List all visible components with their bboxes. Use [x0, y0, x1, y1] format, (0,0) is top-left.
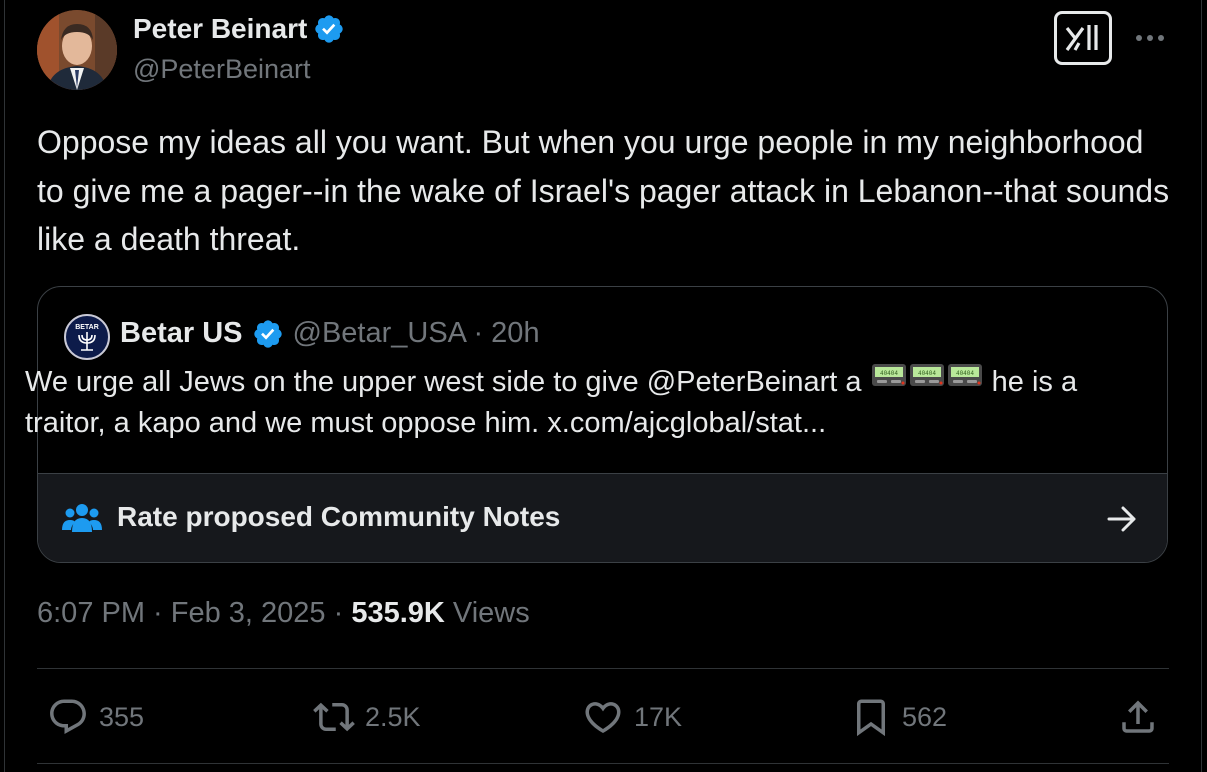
- reply-icon: [50, 699, 86, 734]
- divider-bottom: [37, 763, 1169, 764]
- pager-emoji-icon: 40404: [871, 360, 907, 400]
- svg-text:40404: 40404: [956, 370, 974, 377]
- grok-button[interactable]: [1054, 11, 1112, 65]
- views-label: Views: [452, 597, 530, 629]
- bookmark-icon: [857, 699, 885, 737]
- share-icon: [1122, 700, 1154, 733]
- tweet-timestamp[interactable]: 6:07 PM · Feb 3, 2025 ·: [37, 597, 351, 629]
- quoted-text-before: We urge all Jews on the upper west side …: [25, 366, 870, 398]
- pager-emoji-icon: 40404: [909, 360, 945, 400]
- grok-icon: [1065, 25, 1098, 51]
- quoted-header: Betar US @Betar_USA · 20h: [120, 317, 540, 350]
- bookmark-button[interactable]: 562: [850, 690, 947, 744]
- like-count: 17K: [634, 701, 683, 732]
- repost-button[interactable]: 2.5K: [313, 690, 421, 744]
- heart-icon: [585, 702, 621, 734]
- svg-text:BETAR: BETAR: [75, 324, 99, 331]
- author-name[interactable]: Peter Beinart: [133, 13, 307, 45]
- community-notes-bar[interactable]: Rate proposed Community Notes: [38, 473, 1167, 562]
- pager-emoji-icon: 40404: [947, 360, 983, 400]
- community-notes-label: Rate proposed Community Notes: [117, 501, 561, 532]
- verified-badge-icon: [253, 319, 282, 348]
- author-name-row[interactable]: Peter Beinart: [133, 13, 345, 45]
- quoted-handle-time: @Betar_USA · 20h: [292, 317, 540, 349]
- svg-text:40404: 40404: [880, 370, 898, 377]
- quoted-avatar[interactable]: BETAR: [64, 314, 110, 360]
- author-handle[interactable]: @PeterBeinart: [133, 54, 311, 85]
- divider-top: [37, 668, 1169, 669]
- verified-badge-icon: [315, 15, 343, 43]
- more-options-icon[interactable]: [1133, 25, 1167, 51]
- arrow-right-icon[interactable]: [1106, 504, 1138, 534]
- like-button[interactable]: 17K: [582, 690, 682, 744]
- author-avatar[interactable]: [37, 10, 117, 90]
- bookmark-count: 562: [902, 701, 948, 732]
- share-button[interactable]: [1117, 690, 1159, 744]
- community-notes-icon: [62, 504, 102, 532]
- repost-count: 2.5K: [365, 701, 421, 732]
- repost-icon: [313, 702, 355, 732]
- reply-count: 355: [99, 701, 145, 732]
- quoted-name[interactable]: Betar US: [120, 317, 243, 350]
- reply-button[interactable]: 355: [47, 690, 144, 744]
- views-count: 535.9K: [351, 597, 445, 629]
- quoted-text: We urge all Jews on the upper west side …: [25, 362, 1115, 443]
- tweet-text: Oppose my ideas all you want. But when y…: [37, 124, 1170, 257]
- svg-text:40404: 40404: [918, 370, 936, 377]
- action-bar: 355 2.5K 17K 562: [37, 690, 1169, 744]
- tweet-meta: 6:07 PM · Feb 3, 2025 · 535.9K Views: [37, 597, 530, 630]
